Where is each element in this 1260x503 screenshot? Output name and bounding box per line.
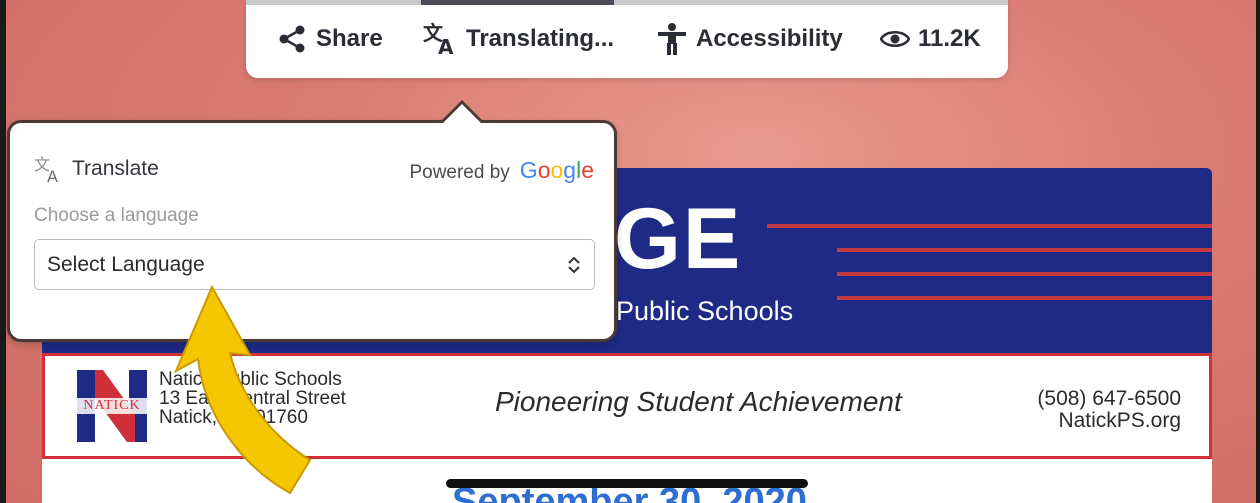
select-arrows-icon: [568, 256, 580, 274]
school-phone: (508) 647-6500: [1037, 387, 1181, 410]
school-website: NatickPS.org: [1058, 409, 1181, 432]
eye-icon: [880, 31, 910, 47]
school-logo-text: NATICK: [73, 398, 151, 414]
toolbar-progress-strip: [246, 0, 1008, 5]
google-logo: Google: [519, 157, 594, 183]
powered-by: Powered by Google: [409, 157, 594, 184]
language-select-value: Select Language: [47, 252, 205, 276]
pointer-arrow-icon: [173, 285, 312, 495]
accessibility-button[interactable]: Accessibility: [656, 22, 843, 56]
views-counter: 11.2K: [880, 22, 981, 56]
language-select[interactable]: Select Language: [34, 239, 595, 290]
svg-text:A: A: [438, 35, 454, 56]
accessibility-icon: [658, 23, 686, 55]
toolbar-active-indicator: [421, 0, 614, 5]
translate-button[interactable]: 文 A Translating...: [422, 22, 614, 56]
device-frame-right: [1256, 0, 1260, 503]
school-motto: Pioneering Student Achievement: [495, 386, 902, 417]
share-icon: [279, 25, 305, 53]
device-frame-left: [0, 0, 6, 503]
banner-stripe: [837, 248, 1212, 252]
popover-header: 文 A Translate: [34, 155, 159, 183]
powered-by-label: Powered by: [409, 162, 510, 183]
translate-icon: 文 A: [423, 22, 454, 56]
school-contact: (508) 647-6500 NatickPS.org: [1037, 388, 1181, 432]
banner-stripe: [837, 272, 1212, 276]
banner-stripe: [837, 296, 1212, 300]
svg-text:A: A: [47, 167, 58, 183]
popover-caret-fill: [443, 104, 481, 123]
reader-toolbar: Share 文 A Translating... Accessibility 1…: [246, 0, 1008, 78]
banner-title: GE: [614, 191, 743, 287]
translate-label: Translating...: [466, 25, 615, 52]
school-logo: NATICK: [73, 370, 151, 442]
home-indicator: [446, 479, 808, 488]
choose-language-label: Choose a language: [34, 205, 199, 226]
popover-title: Translate: [72, 157, 159, 180]
banner-stripe: [767, 224, 1212, 228]
views-count: 11.2K: [918, 25, 981, 52]
translate-icon: 文 A: [34, 155, 58, 183]
share-label: Share: [316, 25, 383, 52]
share-button[interactable]: Share: [276, 22, 383, 56]
accessibility-label: Accessibility: [696, 25, 843, 52]
banner-subtitle: Public Schools: [616, 296, 794, 326]
